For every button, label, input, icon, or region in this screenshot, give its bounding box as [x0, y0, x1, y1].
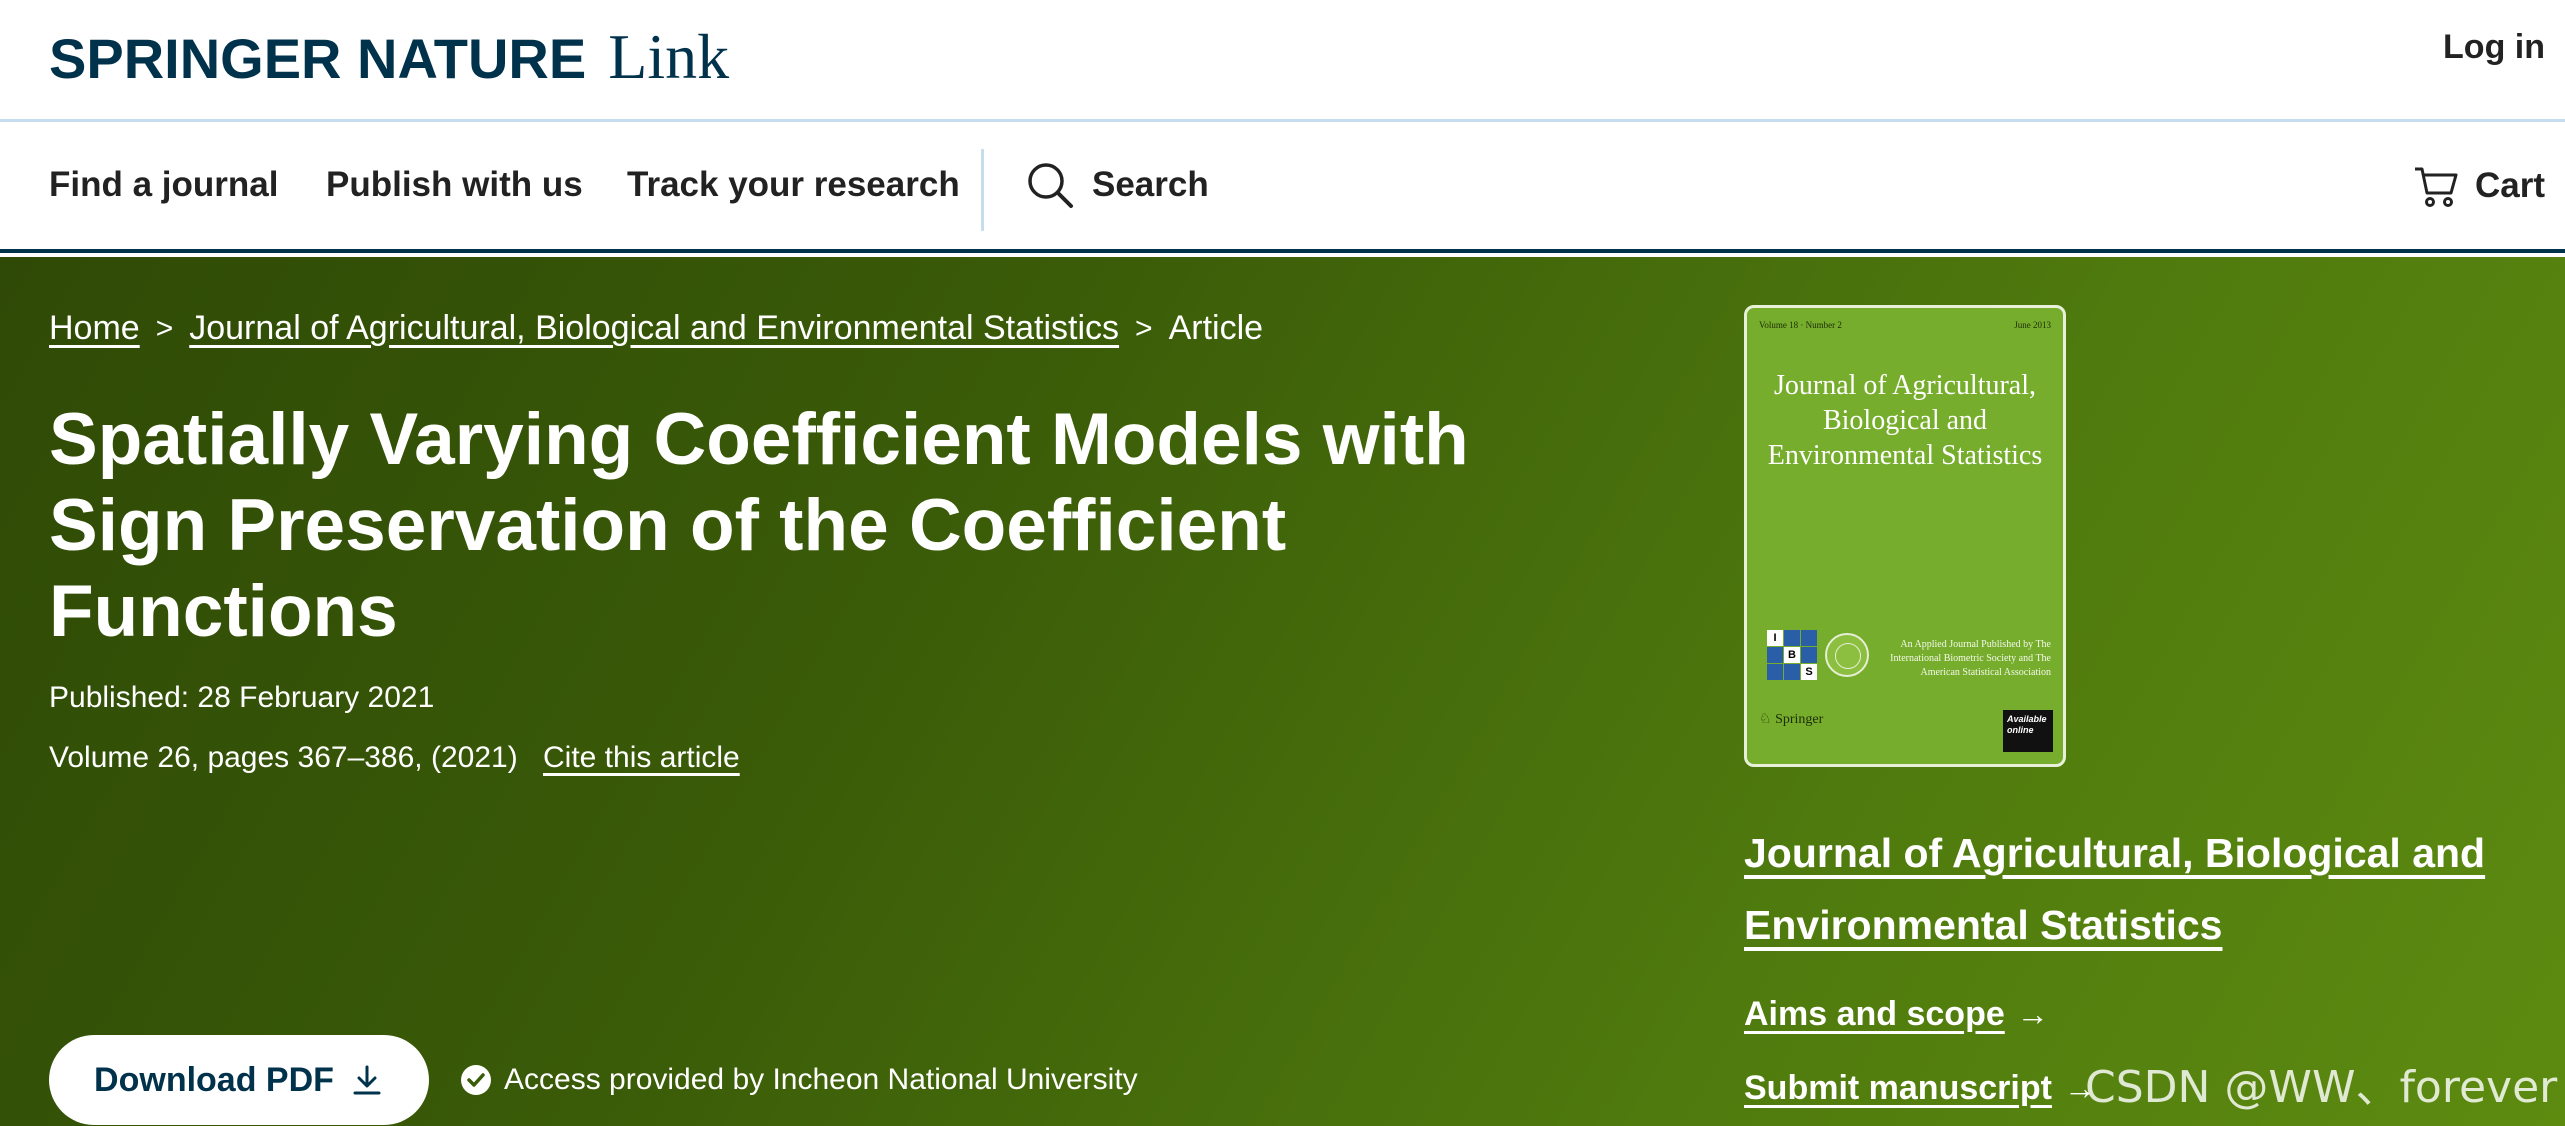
article-hero: Home > Journal of Agricultural, Biologic… — [0, 257, 2565, 1126]
main-nav: Find a journal Publish with us Track you… — [0, 125, 2565, 253]
cover-date: June 2013 — [2014, 320, 2051, 330]
top-header: SPRINGER NATURE Link Log in — [0, 0, 2565, 122]
csdn-watermark: CSDN @WW、forever — [2085, 1062, 2558, 1113]
aims-scope-link[interactable]: Aims and scope → — [1744, 995, 2049, 1034]
article-title: Spatially Varying Coefficient Models wit… — [49, 399, 1469, 652]
submit-manuscript-label: Submit manuscript — [1744, 1069, 2052, 1107]
logo-springer-nature: SPRINGER NATURE — [49, 27, 587, 90]
search-label: Search — [1092, 165, 1209, 204]
download-pdf-button[interactable]: Download PDF — [49, 1035, 429, 1125]
cover-header: Volume 18 · Number 2 June 2013 — [1759, 320, 2051, 330]
chevron-right-icon: > — [155, 311, 174, 345]
cart-label: Cart — [2474, 166, 2545, 205]
available-online-badge: Available online — [2003, 710, 2053, 752]
cart-icon — [2414, 167, 2458, 207]
search-icon — [1028, 163, 1073, 208]
nav-track-research[interactable]: Track your research — [627, 165, 960, 205]
nav-publish-with-us[interactable]: Publish with us — [326, 165, 583, 205]
access-text: Access provided by Incheon National Univ… — [504, 1063, 1138, 1096]
cite-article-link[interactable]: Cite this article — [543, 741, 740, 775]
login-link[interactable]: Log in — [2443, 28, 2545, 67]
download-pdf-label: Download PDF — [94, 1060, 334, 1099]
chevron-right-icon: > — [1135, 311, 1153, 345]
access-notice: Access provided by Incheon National Univ… — [460, 1063, 1138, 1097]
cover-publisher-note: An Applied Journal Published by The Inte… — [1890, 639, 2051, 678]
breadcrumb-current: Article — [1168, 309, 1264, 347]
springer-nature-link-logo[interactable]: SPRINGER NATURE Link — [49, 20, 729, 94]
aims-scope-label: Aims and scope — [1744, 995, 2005, 1033]
search-button[interactable]: Search — [1026, 161, 1209, 209]
breadcrumb-home[interactable]: Home — [49, 309, 140, 348]
volume-pages: Volume 26, pages 367–386, (2021) — [49, 741, 518, 774]
logo-link-text: Link — [608, 21, 730, 92]
cover-springer-logo: ♘ Springer — [1759, 712, 1824, 727]
arrow-right-icon: → — [2016, 996, 2049, 1032]
published-date: Published: 28 February 2021 — [49, 681, 435, 714]
submit-manuscript-link[interactable]: Submit manuscript → — [1744, 1069, 2096, 1108]
download-icon — [353, 1065, 381, 1095]
cover-volume: Volume 18 · Number 2 — [1759, 320, 1842, 330]
ibs-logo-icon: I B S — [1767, 630, 1817, 680]
nav-divider — [981, 149, 984, 231]
breadcrumb-journal[interactable]: Journal of Agricultural, Biological and … — [189, 309, 1119, 348]
journal-title-link[interactable]: Journal of Agricultural, Biological and … — [1744, 817, 2504, 961]
nav-find-journal[interactable]: Find a journal — [49, 165, 278, 205]
journal-cover-image[interactable]: Volume 18 · Number 2 June 2013 Journal o… — [1744, 305, 2066, 767]
cover-society-logos: I B S — [1767, 630, 1869, 680]
breadcrumb: Home > Journal of Agricultural, Biologic… — [49, 309, 1263, 348]
cart-button[interactable]: Cart — [2413, 163, 2545, 209]
cover-title: Journal of Agricultural, Biological and … — [1767, 370, 2043, 471]
check-circle-icon — [461, 1065, 491, 1095]
